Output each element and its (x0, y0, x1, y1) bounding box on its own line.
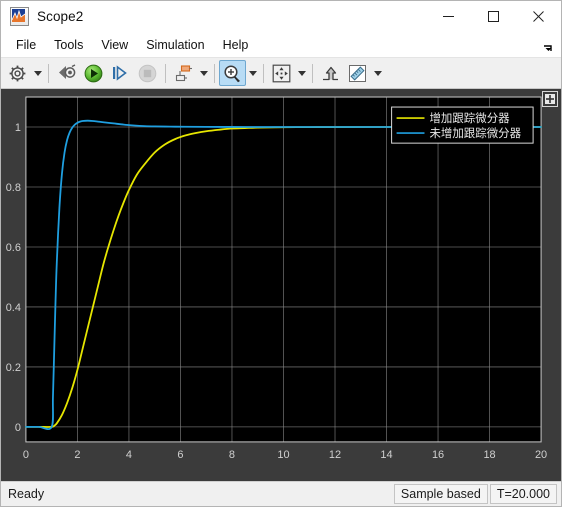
pin-axes-icon[interactable] (542, 91, 558, 107)
run-back-button[interactable] (53, 60, 80, 86)
fit-to-view-dropdown[interactable] (295, 61, 308, 85)
svg-text:14: 14 (380, 449, 392, 461)
toolbar (1, 58, 561, 89)
svg-text:8: 8 (229, 449, 235, 461)
menu-bar: File Tools View Simulation Help (1, 32, 561, 58)
toolbar-separator (48, 63, 49, 83)
svg-text:20: 20 (535, 449, 547, 461)
svg-text:10: 10 (277, 449, 289, 461)
signal-plot[interactable]: 0 2 4 6 8 10 12 14 16 18 20 0 0.2 0.4 0.6 0.8 1 增加跟踪微分器未增… (1, 89, 561, 481)
step-forward-button[interactable] (107, 60, 134, 86)
configuration-properties-button[interactable] (4, 60, 31, 86)
scope-window: Scope2 File Tools View Simulation Help 0… (0, 0, 562, 507)
svg-text:16: 16 (432, 449, 444, 461)
svg-text:0.4: 0.4 (6, 302, 21, 314)
window-title: Scope2 (37, 9, 84, 24)
signal-selection-dropdown[interactable] (197, 61, 210, 85)
signal-selection-button[interactable] (170, 60, 197, 86)
close-button[interactable] (516, 1, 561, 32)
configuration-properties-dropdown[interactable] (31, 61, 44, 85)
status-bar: Ready Sample based T=20.000 (1, 481, 561, 506)
fit-to-view-button[interactable] (268, 60, 295, 86)
menu-item-view[interactable]: View (92, 35, 137, 55)
menu-item-file[interactable]: File (7, 35, 45, 55)
svg-text:0: 0 (23, 449, 29, 461)
status-ready-label: Ready (8, 487, 45, 501)
scope-plot-area[interactable]: 0 2 4 6 8 10 12 14 16 18 20 0 0.2 0.4 0.6 0.8 1 增加跟踪微分器 未增… (1, 89, 561, 481)
toolbar-separator (165, 63, 166, 83)
status-frame-mode: Sample based (393, 484, 488, 504)
svg-text:0.6: 0.6 (6, 242, 21, 254)
svg-text:6: 6 (177, 449, 183, 461)
svg-text:未增加跟踪微分器: 未增加跟踪微分器 (429, 126, 521, 140)
svg-text:0: 0 (15, 422, 21, 434)
status-sim-time: T=20.000 (489, 484, 557, 504)
toolbar-separator (214, 63, 215, 83)
window-controls (426, 1, 561, 32)
scale-axes-limits-button[interactable] (317, 60, 344, 86)
svg-text:18: 18 (483, 449, 495, 461)
svg-text:12: 12 (329, 449, 341, 461)
svg-text:0.8: 0.8 (6, 182, 21, 194)
toolbar-separator (263, 63, 264, 83)
menu-overflow-arrow-icon[interactable] (542, 42, 554, 54)
menu-item-help[interactable]: Help (214, 35, 258, 55)
svg-text:增加跟踪微分器: 增加跟踪微分器 (429, 111, 510, 125)
stop-button[interactable] (134, 60, 161, 86)
svg-text:1: 1 (15, 122, 21, 134)
svg-text:2: 2 (74, 449, 80, 461)
minimize-button[interactable] (426, 1, 471, 32)
cursor-measurements-button[interactable] (344, 60, 371, 86)
toolbar-separator (312, 63, 313, 83)
title-bar: Scope2 (1, 1, 561, 32)
menu-item-tools[interactable]: Tools (45, 35, 92, 55)
svg-text:0.2: 0.2 (6, 362, 21, 374)
maximize-button[interactable] (471, 1, 516, 32)
run-button[interactable] (80, 60, 107, 86)
cursor-measurements-dropdown[interactable] (371, 61, 384, 85)
scope-waveform-icon (10, 7, 29, 26)
zoom-in-button[interactable] (219, 60, 246, 86)
menu-item-simulation[interactable]: Simulation (137, 35, 213, 55)
zoom-in-dropdown[interactable] (246, 61, 259, 85)
svg-text:4: 4 (126, 449, 132, 461)
